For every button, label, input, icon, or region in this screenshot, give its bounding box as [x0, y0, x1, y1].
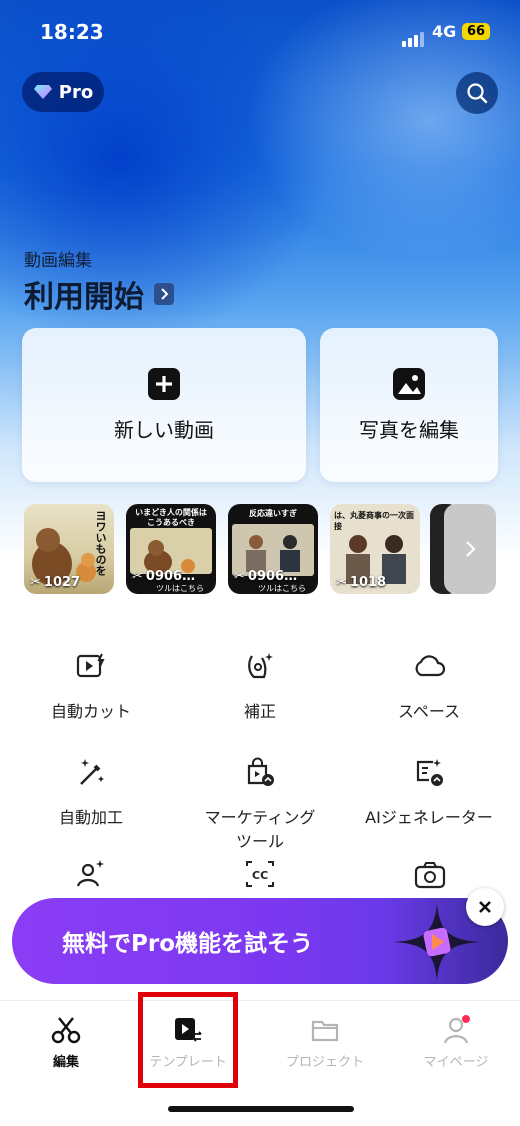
home-indicator	[168, 1106, 354, 1112]
nav-label: マイページ	[423, 1055, 489, 1070]
scissors-icon: ✂	[234, 569, 245, 584]
status-bar: 18:23 4G 66	[0, 18, 520, 50]
more-drafts-button[interactable]	[444, 504, 496, 594]
svg-text:CC: CC	[252, 869, 268, 882]
folder-icon	[311, 1020, 339, 1042]
tool-marketing[interactable]: マーケティング ツール	[175, 752, 345, 854]
tool-auto-cut[interactable]: 自動カット	[6, 646, 176, 724]
network-label: 4G	[432, 22, 457, 41]
nav-edit[interactable]: 編集	[6, 1015, 126, 1070]
draft-bottom-text: ツルはこちら	[258, 584, 306, 593]
new-video-card[interactable]: 新しい動画	[22, 328, 306, 482]
draft-thumbnail[interactable]: いまどき人の関係は こうあるべき ツルはこちら ✂ 0906…	[126, 504, 216, 594]
photo-icon	[393, 367, 425, 400]
draft-thumbnail[interactable]: は、丸菱商事の一次面接 ✂ 1018	[330, 504, 420, 594]
tool-label: スペース	[397, 702, 461, 721]
cloud-icon	[412, 646, 446, 686]
nav-label: 編集	[52, 1055, 79, 1070]
retouch-icon	[244, 646, 276, 686]
hero-subtitle: 動画編集	[24, 251, 92, 271]
nav-project[interactable]: プロジェクト	[265, 1015, 385, 1070]
status-time: 18:23	[40, 20, 104, 44]
draft-caption: ✂ 0906…	[132, 569, 196, 584]
draft-caption: ✂ 1027	[30, 575, 81, 590]
tool-space[interactable]: スペース	[344, 646, 514, 724]
plus-icon	[148, 367, 180, 400]
draft-overlay-text: いまどき人の関係は こうあるべき	[135, 508, 207, 527]
diamond-icon	[33, 85, 52, 99]
draft-thumbnail[interactable]: 反応違いすぎ ツルはこちら ✂ 0906…	[228, 504, 318, 594]
get-started-link[interactable]: 利用開始	[24, 272, 174, 316]
scissors-icon: ✂	[132, 569, 143, 584]
caption-icon[interactable]: CC	[244, 858, 276, 894]
draft-caption: ✂ 0906…	[234, 569, 298, 584]
tool-ai-generator[interactable]: AIジェネレーター	[344, 752, 514, 830]
promo-close-button[interactable]	[466, 888, 504, 926]
hero-title: 利用開始	[24, 280, 144, 315]
scissors-icon: ✂	[30, 575, 41, 590]
magic-wand-icon	[75, 752, 107, 792]
draft-overlay-text: ヨワいものを	[94, 510, 107, 576]
draft-overlay-text: 反応違いすぎ	[249, 509, 297, 518]
chevron-right-icon	[466, 541, 476, 557]
tool-retouch[interactable]: 補正	[175, 646, 345, 724]
ai-generator-icon	[413, 752, 445, 792]
tool-label: 自動加工	[58, 808, 123, 827]
portrait-icon[interactable]	[74, 858, 106, 894]
draft-bottom-text: ツルはこちら	[156, 584, 204, 593]
search-icon	[467, 83, 488, 104]
tool-label: マーケティング ツール	[204, 808, 316, 851]
nav-mypage[interactable]: マイページ	[396, 1015, 516, 1070]
tool-auto-process[interactable]: 自動加工	[6, 752, 176, 830]
chevron-right-icon	[154, 283, 174, 305]
tool-label: 補正	[243, 702, 276, 721]
tool-label: AIジェネレーター	[365, 808, 493, 827]
close-icon	[479, 901, 491, 913]
edit-photo-card[interactable]: 写真を編集	[320, 328, 498, 482]
promo-text: 無料でPro機能を試そう	[62, 931, 314, 957]
new-video-label: 新しい動画	[114, 417, 214, 442]
pro-label: Pro	[58, 81, 94, 103]
draft-image	[130, 528, 212, 574]
scissors-icon	[51, 1017, 81, 1044]
annotation-highlight-box	[138, 992, 238, 1088]
pro-button[interactable]: Pro	[22, 72, 104, 112]
battery-badge: 66	[462, 23, 491, 40]
marketing-bag-icon	[244, 752, 276, 792]
camera-icon[interactable]	[414, 860, 446, 894]
tool-label: 自動カット	[50, 702, 131, 721]
nav-label: プロジェクト	[285, 1055, 364, 1070]
draft-caption: ✂ 1018	[336, 575, 387, 590]
search-button[interactable]	[456, 72, 498, 114]
scissors-icon: ✂	[336, 575, 347, 590]
auto-cut-icon	[75, 646, 107, 686]
draft-thumbnail[interactable]: ヨワいものを ✂ 1027	[24, 504, 114, 594]
edit-photo-label: 写真を編集	[359, 417, 459, 442]
pro-trial-banner[interactable]: 無料でPro機能を試そう	[12, 898, 508, 984]
draft-overlay-text: は、丸菱商事の一次面接	[334, 511, 414, 531]
signal-icon	[402, 28, 426, 47]
user-icon	[443, 1015, 470, 1044]
